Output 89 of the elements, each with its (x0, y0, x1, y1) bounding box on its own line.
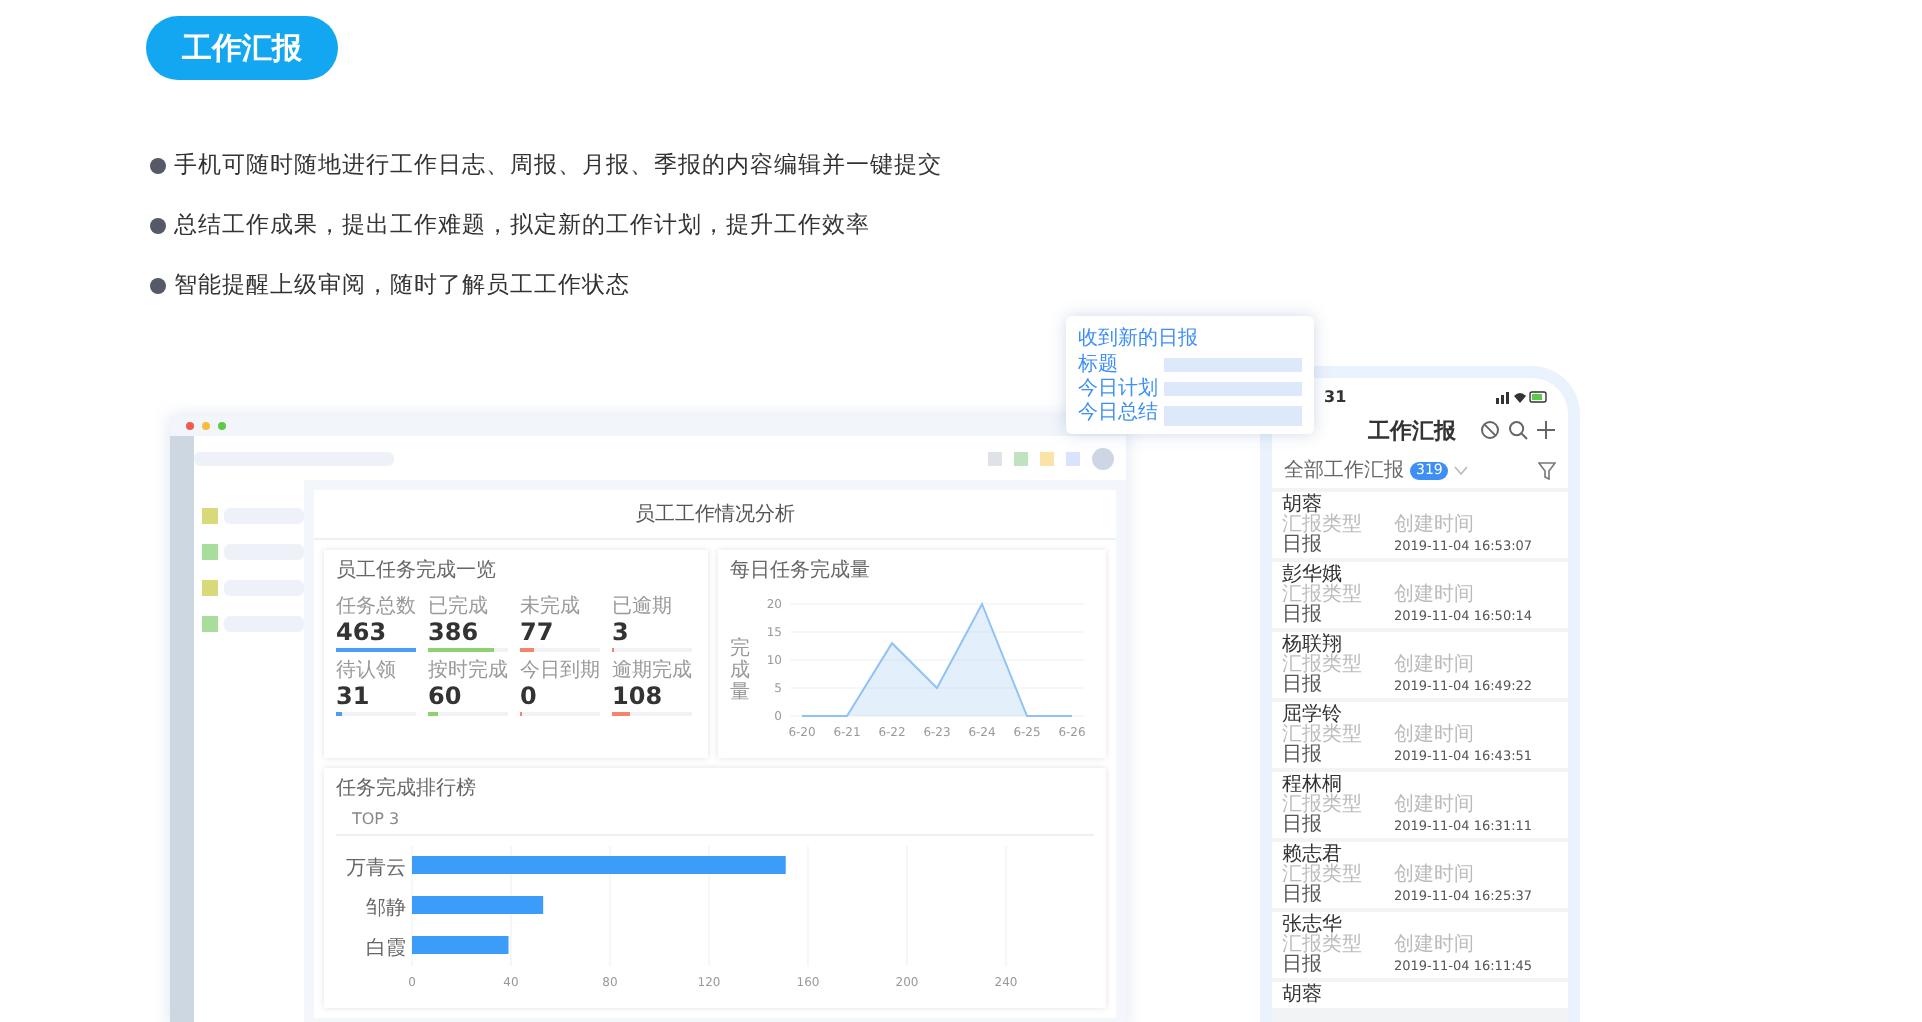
stat-label: 已逾期 (612, 596, 674, 618)
reporter-name: 杨联翔 (1282, 634, 1342, 656)
stat-label: 任务总数 (336, 596, 418, 618)
reporter-name: 胡蓉 (1282, 494, 1323, 516)
report-type: 日报 (1282, 956, 1324, 976)
field-label: 创建时间 (1394, 726, 1476, 746)
close-icon[interactable] (186, 422, 194, 430)
nav-icon[interactable] (202, 508, 218, 524)
panel-title: 员工工作情况分析 (314, 490, 1116, 540)
field-label: 创建时间 (1394, 516, 1476, 536)
category-label: 万青云 (346, 858, 406, 880)
reporter-name: 程林桐 (1282, 774, 1342, 796)
field-label: 汇报类型 (1282, 516, 1364, 536)
field-label: 今日计划 (1078, 378, 1158, 400)
field-label: 创建时间 (1394, 796, 1476, 816)
field-placeholder (1164, 358, 1302, 372)
report-type: 日报 (1282, 886, 1324, 906)
add-icon[interactable] (1536, 420, 1556, 440)
screen-title: 工作汇报 (1368, 415, 1456, 445)
stat-value: 31 (336, 682, 372, 712)
field-placeholder (1164, 406, 1302, 426)
report-type: 日报 (1282, 816, 1324, 836)
filter-dropdown[interactable]: 全部工作汇报 (1284, 456, 1404, 484)
search-field[interactable] (194, 451, 394, 465)
category-label: 白霞 (366, 938, 406, 960)
field-label: 汇报类型 (1282, 936, 1364, 956)
stat-label: 已完成 (428, 596, 490, 618)
stat-label: 待认领 (336, 660, 398, 682)
card-title: 任务完成排行榜 (336, 778, 478, 802)
section-title: 工作汇报 (146, 16, 338, 80)
feature-text: 智能提醒上级审阅，随时了解员工工作状态 (174, 270, 630, 300)
field-label: 汇报类型 (1282, 656, 1364, 676)
nav-icon[interactable] (202, 580, 218, 596)
stat-value: 3 (612, 618, 631, 648)
stat-label: 今日到期 (520, 660, 602, 682)
field-label: 汇报类型 (1282, 586, 1364, 606)
nav-icon[interactable] (202, 544, 218, 560)
bar (412, 896, 544, 914)
block-icon[interactable] (1480, 420, 1500, 440)
chevron-down-icon[interactable] (1454, 465, 1469, 475)
field-label: 创建时间 (1394, 656, 1476, 676)
field-label: 汇报类型 (1282, 796, 1364, 816)
field-label: 汇报类型 (1282, 726, 1364, 746)
report-type: 日报 (1282, 676, 1324, 696)
reporter-name: 胡蓉 (1282, 984, 1324, 1006)
avatar-icon[interactable] (1092, 447, 1114, 469)
stat-label: 未完成 (520, 596, 582, 618)
stat-value: 386 (428, 618, 481, 648)
tab[interactable]: TOP 3 (352, 810, 1094, 834)
field-label: 今日总结 (1078, 402, 1158, 424)
minimize-icon[interactable] (202, 422, 210, 430)
bullet-icon (150, 157, 166, 173)
category-label: 邹静 (366, 898, 406, 920)
status-icons (1496, 389, 1548, 403)
card-title: 员工任务完成一览 (336, 560, 498, 584)
stat-value: 463 (336, 618, 389, 648)
notification-title: 收到新的日报 (1078, 325, 1200, 352)
maximize-icon[interactable] (218, 422, 226, 430)
feature-text: 手机可随时随地进行工作日志、周报、月报、季报的内容编辑并一键提交 (174, 150, 942, 180)
report-type: 日报 (1282, 746, 1324, 766)
bullet-icon (150, 217, 166, 233)
field-label: 汇报类型 (1282, 866, 1364, 886)
nav-icon[interactable] (202, 616, 218, 632)
report-item[interactable]: 胡蓉 (1272, 982, 1568, 1008)
field-label: 创建时间 (1394, 936, 1476, 956)
status-time: 31 (1324, 387, 1347, 405)
search-icon[interactable] (1508, 420, 1528, 440)
stat-value: 0 (520, 682, 539, 712)
field-label: 标题 (1078, 354, 1118, 376)
bar (412, 936, 509, 954)
reporter-name: 彭华娥 (1282, 564, 1342, 586)
reporter-name: 张志华 (1282, 914, 1342, 936)
axis-label: 完成量 (730, 637, 750, 703)
reporter-name: 屈学铃 (1282, 704, 1342, 726)
report-type: 日报 (1282, 536, 1324, 556)
reporter-name: 赖志君 (1282, 844, 1342, 866)
field-placeholder (1164, 382, 1302, 396)
stat-label: 按时完成 (428, 660, 510, 682)
field-label: 创建时间 (1394, 586, 1476, 606)
card-title: 每日任务完成量 (730, 560, 872, 584)
filter-icon[interactable] (1538, 461, 1556, 479)
bullet-icon (150, 277, 166, 293)
stat-value: 60 (428, 682, 464, 712)
stat-value: 108 (612, 682, 665, 712)
report-type: 日报 (1282, 606, 1324, 626)
feature-text: 总结工作成果，提出工作难题，拟定新的工作计划，提升工作效率 (174, 210, 870, 240)
stat-label: 逾期完成 (612, 660, 694, 682)
field-label: 创建时间 (1394, 866, 1476, 886)
stat-value: 77 (520, 618, 556, 648)
